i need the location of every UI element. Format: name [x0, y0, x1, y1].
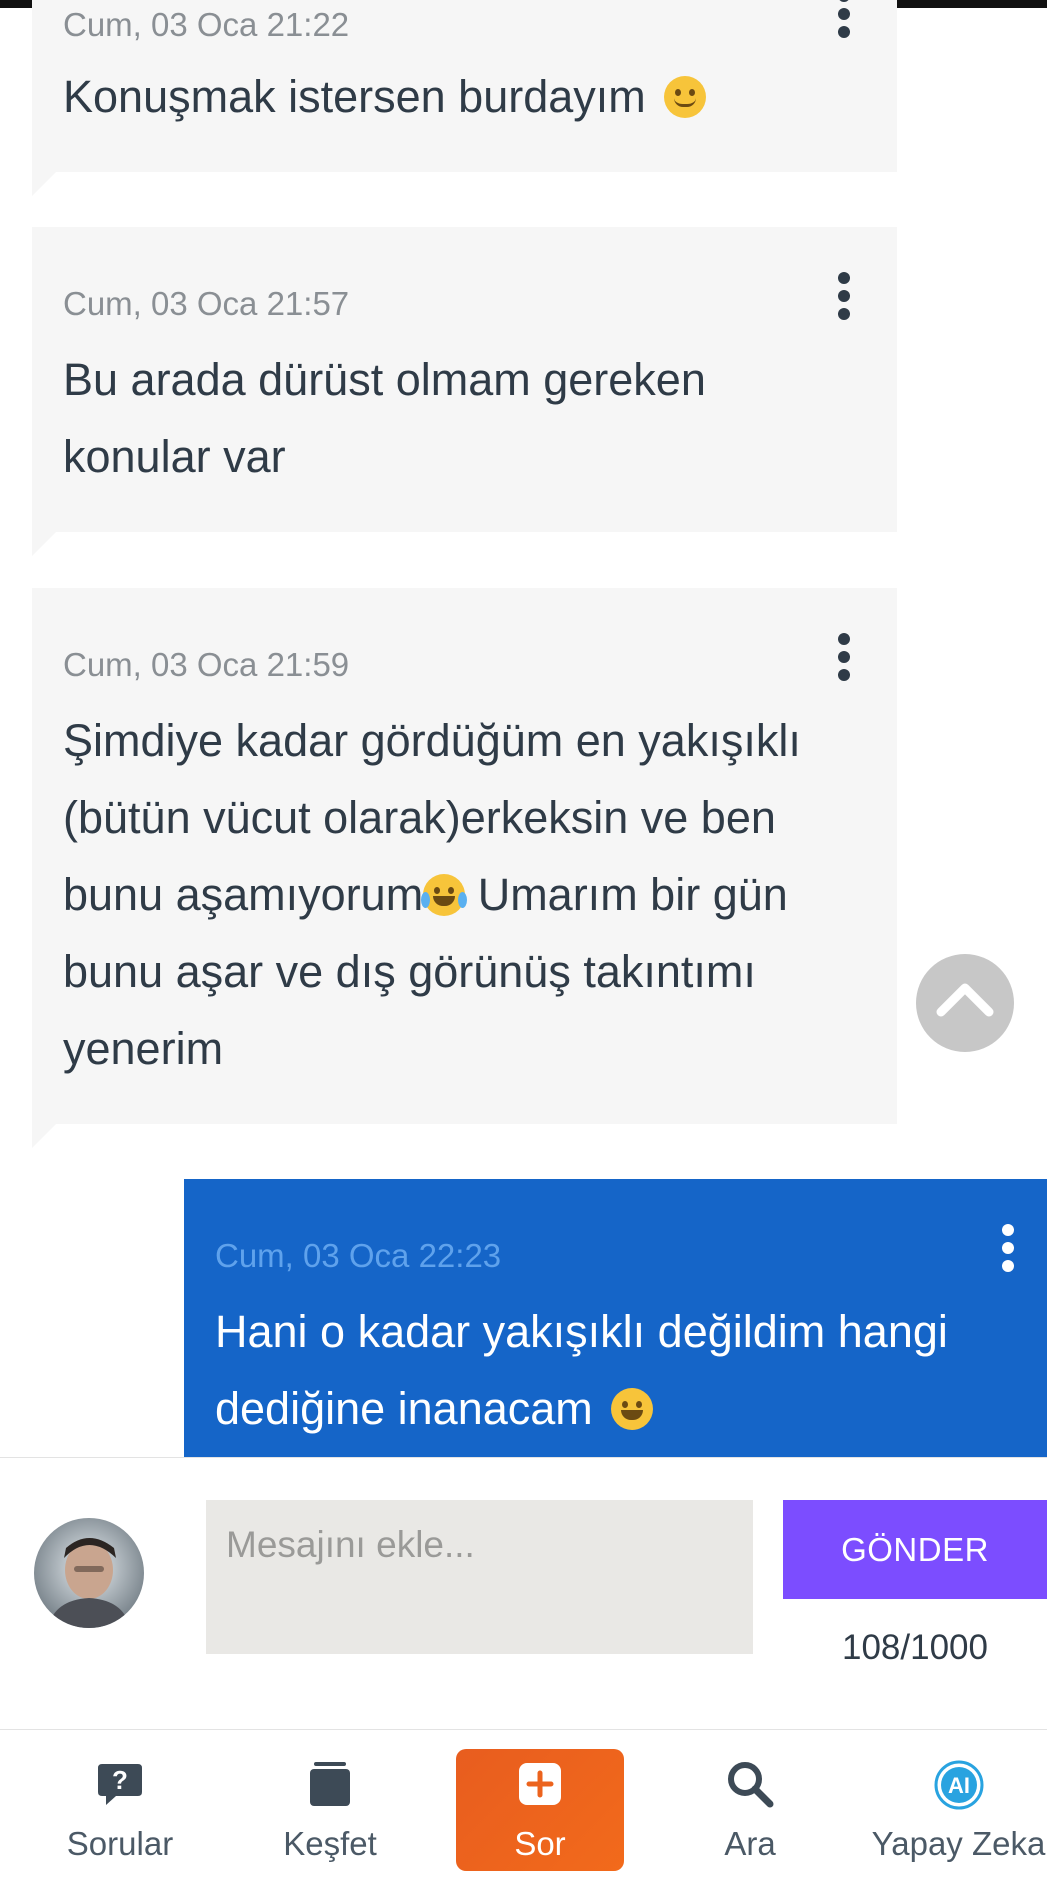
ai-badge-icon: AI: [934, 1760, 984, 1815]
search-icon: [726, 1760, 774, 1813]
bubble-tail: [32, 532, 56, 556]
smiling-face-emoji-icon: [664, 76, 707, 118]
character-counter: 108/1000: [842, 1628, 988, 1667]
nav-label: Ara: [724, 1825, 776, 1862]
nav-item-ara[interactable]: Ara: [670, 1730, 830, 1884]
message-options-icon[interactable]: [999, 1224, 1017, 1272]
nav-label: Sor: [514, 1825, 566, 1862]
message-options-icon[interactable]: [835, 0, 853, 38]
nav-item-kesfet[interactable]: Keşfet: [250, 1730, 410, 1884]
send-button[interactable]: GÖNDER: [783, 1500, 1047, 1599]
nav-sor-content: Sor: [456, 1749, 624, 1871]
message-input[interactable]: [206, 1500, 753, 1654]
message-time: Cum, 03 Oca 22:23: [215, 1237, 502, 1274]
nav-item-yapay-zeka[interactable]: AI Yapay Zeka: [870, 1730, 1047, 1884]
message-text: Bu arada dürüst olmam gereken konular va…: [63, 354, 706, 482]
message-time: Cum, 03 Oca 21:57: [63, 285, 350, 322]
plus-square-icon: [517, 1761, 563, 1812]
chevron-up-icon: [936, 983, 994, 1017]
message-bubble: Cum, 03 Oca 21:22 Konuşmak istersen burd…: [32, 0, 897, 196]
nav-label: Sorular: [66, 1825, 174, 1862]
bubble-tail: [32, 172, 56, 196]
scroll-to-top-button[interactable]: [916, 954, 1014, 1052]
tears-of-joy-emoji-icon: [421, 874, 468, 916]
cards-stack-icon: [308, 1760, 352, 1813]
message-text: Hani o kadar yakışıklı değildim hangi de…: [215, 1306, 948, 1434]
question-bubble-icon: ?: [96, 1760, 144, 1813]
message-composer: GÖNDER 108/1000: [0, 1457, 1047, 1730]
message-options-icon[interactable]: [835, 272, 853, 320]
my-message-bubble: Cum, 03 Oca 22:23 Hani o kadar yakışıklı…: [184, 1179, 1047, 1457]
message-bubble: Cum, 03 Oca 21:57 Bu arada dürüst olmam …: [32, 227, 897, 556]
nav-item-sor[interactable]: Sor: [456, 1749, 624, 1871]
nav-label: Keşfet: [283, 1825, 377, 1862]
message-text: Şimdiye kadar gördüğüm en yakışıklı (büt…: [63, 715, 801, 1074]
message-time: Cum, 03 Oca 21:59: [63, 646, 350, 683]
message-time: Cum, 03 Oca 21:22: [63, 6, 350, 43]
message-bubble: Cum, 03 Oca 21:59 Şimdiye kadar gördüğüm…: [32, 588, 897, 1148]
nav-item-sorular[interactable]: ? Sorular: [40, 1730, 200, 1884]
message-text: Konuşmak istersen burdayım: [63, 58, 707, 135]
svg-text:?: ?: [112, 1765, 128, 1795]
grinning-face-emoji-icon: [611, 1388, 654, 1430]
nav-label: Yapay Zeka: [871, 1825, 1046, 1862]
bottom-navigation: ? Sorular Keşfet Sor Ara AI Yapay Zeka: [0, 1730, 1047, 1884]
avatar[interactable]: [34, 1518, 144, 1628]
bubble-tail: [32, 1124, 56, 1148]
svg-text:AI: AI: [948, 1773, 970, 1798]
message-options-icon[interactable]: [835, 633, 853, 681]
